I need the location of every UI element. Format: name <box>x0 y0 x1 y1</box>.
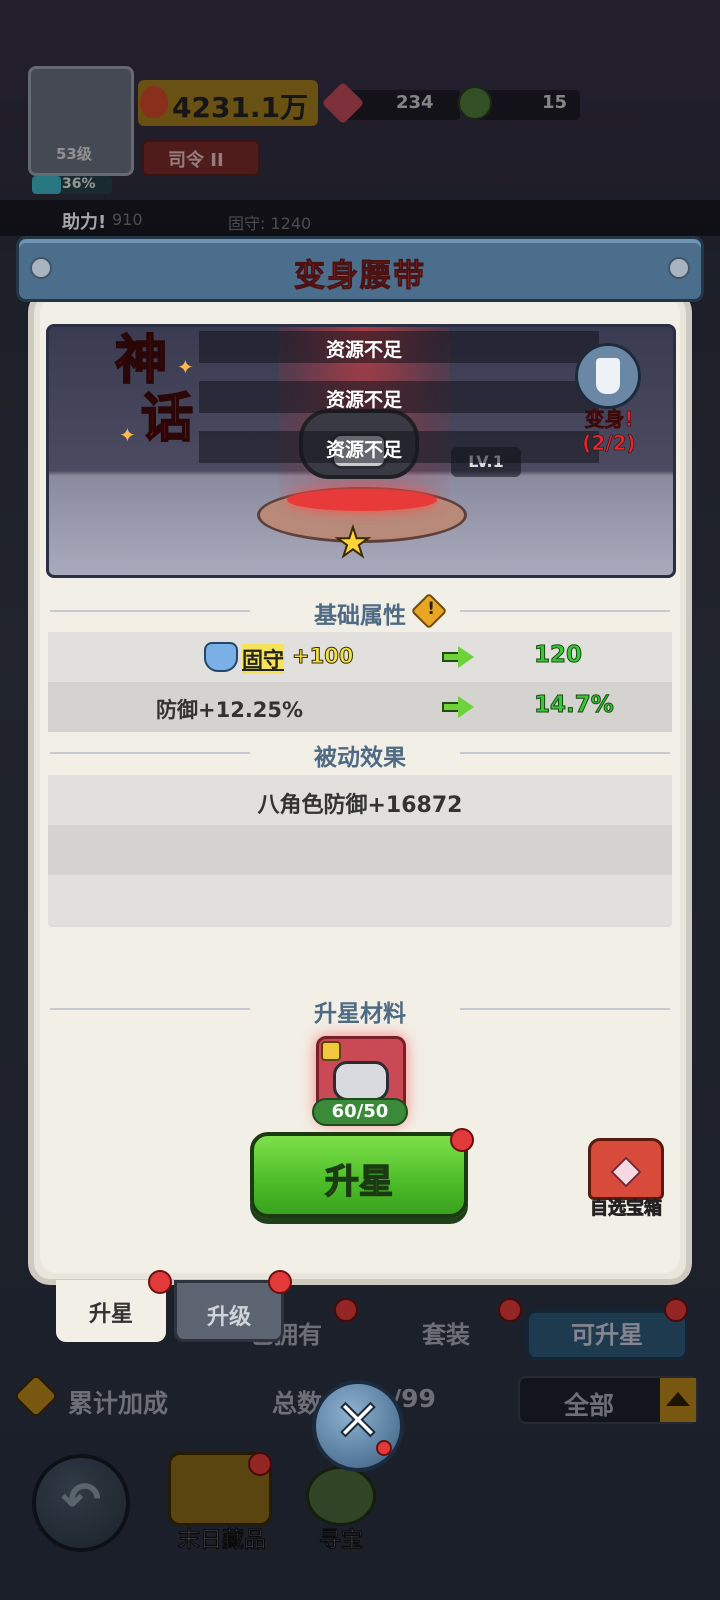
transform-label-line1: 变身! <box>584 407 634 432</box>
sparkle-icon: ✦ <box>177 355 194 379</box>
chest-gem-icon <box>610 1156 642 1188</box>
star-up-button[interactable]: 升星 <box>250 1132 468 1218</box>
star-up-label: 升星 <box>324 1161 394 1203</box>
passive-list: 八角色防御+16872 <box>48 775 672 927</box>
tab-level-notify-dot <box>268 1270 292 1294</box>
passive-row <box>48 875 672 925</box>
base-attr-header: 基础属性 ! <box>50 592 670 630</box>
material-header: 升星材料 <box>50 994 670 1027</box>
pedestal-glow <box>287 489 437 511</box>
passive-effect: 八角色防御+16872 <box>257 793 463 818</box>
material-title: 升星材料 <box>314 1001 406 1027</box>
passive-row: 八角色防御+16872 <box>48 775 672 825</box>
star-up-notify-dot <box>450 1128 474 1152</box>
item-showcase: LV.1 资源不足 资源不足 资源不足 ★ 神 话 ✦ ✦ 变身! (2/2) <box>46 324 676 578</box>
rarity-char-1: 神 <box>114 331 168 391</box>
close-button[interactable]: ✕ <box>312 1380 404 1472</box>
attr-new-value: 120 <box>533 642 583 669</box>
close-notify-dot <box>376 1440 392 1456</box>
chest-icon[interactable] <box>588 1138 664 1200</box>
chest-label: 自选宝箱 <box>590 1198 663 1220</box>
attr-bonus: +100 <box>291 644 354 669</box>
tab-star-up-label: 升星 <box>88 1302 133 1327</box>
rarity-char-2: 话 <box>140 389 194 449</box>
attr-label: 防御+12.25% <box>156 698 304 722</box>
transform-label: 变身! (2/2) <box>567 407 651 456</box>
attr-new-value: 14.7% <box>534 692 615 719</box>
passive-row <box>48 825 672 875</box>
attr-row: 防御+12.25% 14.7% <box>48 682 672 732</box>
belt-fragment-icon <box>333 1061 389 1101</box>
tab-star-notify-dot <box>148 1270 172 1294</box>
transform-label-line2: (2/2) <box>582 431 636 456</box>
modal-title: 变身腰带 <box>294 258 426 295</box>
base-attr-title: 基础属性 <box>314 603 406 629</box>
tab-level-up[interactable]: 升级 <box>174 1280 284 1342</box>
attr-keyword[interactable]: 固守 <box>242 644 284 674</box>
passive-header: 被动效果 <box>50 738 670 771</box>
arrow-right-icon <box>442 696 476 718</box>
passive-title: 被动效果 <box>314 745 406 771</box>
star-icon: ★ <box>334 520 372 566</box>
tab-level-up-label: 升级 <box>206 1305 251 1330</box>
transform-icon[interactable] <box>575 343 641 409</box>
shield-icon <box>204 642 238 672</box>
transform-shape <box>596 358 620 394</box>
puzzle-icon <box>321 1041 341 1061</box>
attr-row: 固守 +100 120 <box>48 632 672 682</box>
arrow-right-icon <box>442 646 476 668</box>
material-count: 60/50 <box>312 1098 408 1126</box>
sparkle-icon: ✦ <box>119 423 136 447</box>
